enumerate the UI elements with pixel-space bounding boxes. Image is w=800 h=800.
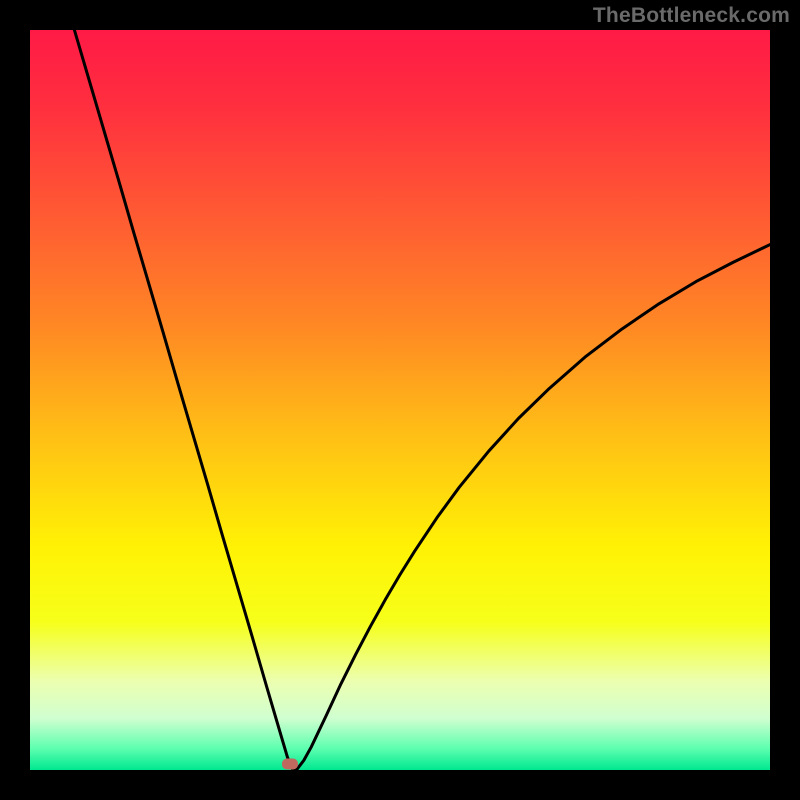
gradient-background [30,30,770,770]
bottleneck-chart [30,30,770,770]
operating-point-marker [282,759,298,770]
chart-frame: TheBottleneck.com [0,0,800,800]
watermark-label: TheBottleneck.com [593,4,790,28]
